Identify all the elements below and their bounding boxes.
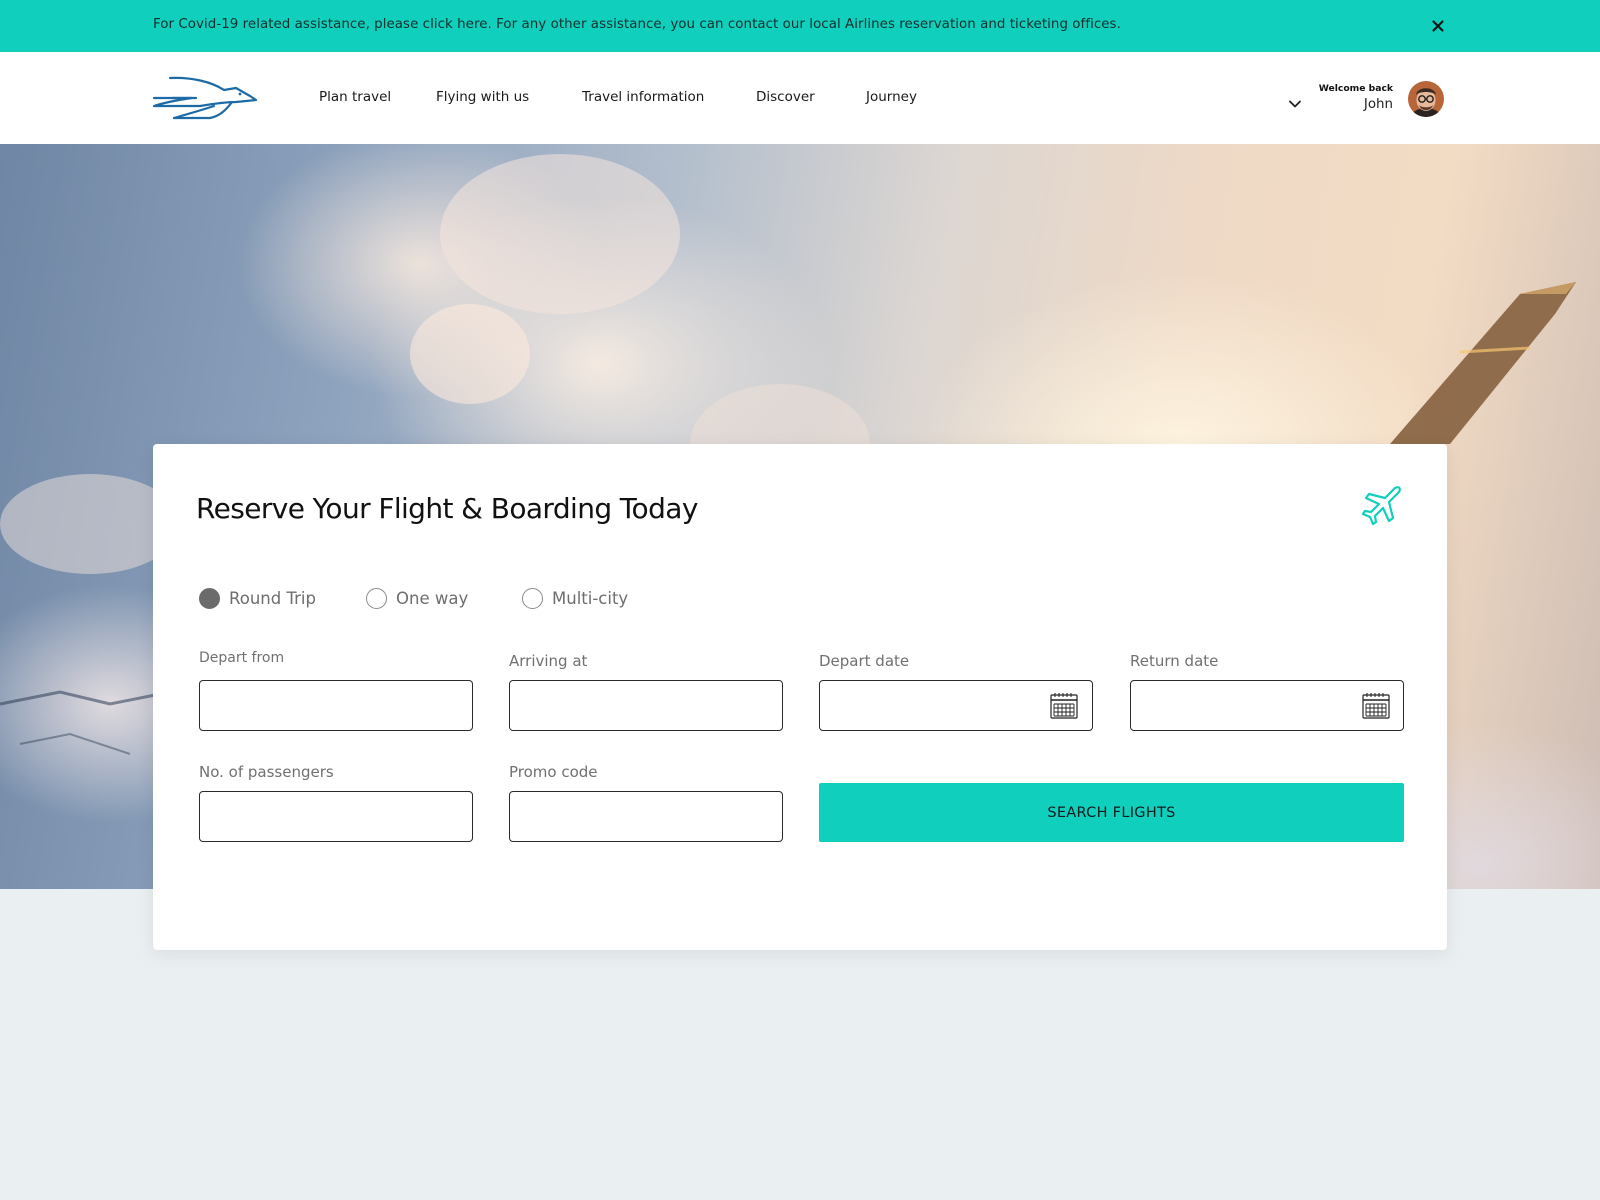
- depart-date-label: Depart date: [819, 652, 910, 670]
- promo-code-label: Promo code: [509, 763, 598, 781]
- site-header: Plan travel Flying with us Travel inform…: [0, 52, 1600, 144]
- radio-multi-city-label: Multi-city: [552, 589, 629, 608]
- close-icon[interactable]: [1428, 16, 1448, 36]
- radio-round-trip[interactable]: Round Trip: [199, 588, 316, 609]
- user-name: John: [1363, 97, 1393, 112]
- airline-logo[interactable]: [152, 76, 258, 120]
- radio-round-trip-label: Round Trip: [229, 589, 316, 608]
- nav-travel-information[interactable]: Travel information: [582, 89, 704, 105]
- nav-discover[interactable]: Discover: [756, 89, 815, 105]
- arriving-at-label: Arriving at: [509, 652, 588, 670]
- announcement-banner: For Covid-19 related assistance, please …: [0, 0, 1600, 52]
- promo-code-input[interactable]: [509, 791, 783, 842]
- banner-text[interactable]: For Covid-19 related assistance, please …: [153, 17, 1121, 32]
- arriving-at-input[interactable]: [509, 680, 783, 731]
- depart-from-label: Depart from: [199, 650, 285, 666]
- radio-one-way-label: One way: [396, 589, 469, 608]
- radio-round-trip-indicator[interactable]: [199, 588, 220, 609]
- return-date-label: Return date: [1130, 652, 1219, 670]
- airplane-icon: [1359, 484, 1403, 526]
- nav-journey[interactable]: Journey: [866, 89, 917, 105]
- search-flights-button[interactable]: SEARCH FLIGHTS: [819, 783, 1404, 842]
- nav-flying-with-us[interactable]: Flying with us: [436, 89, 529, 105]
- chevron-down-icon[interactable]: [1288, 96, 1302, 110]
- passengers-input[interactable]: [199, 791, 473, 842]
- nav-plan-travel[interactable]: Plan travel: [319, 89, 391, 105]
- welcome-label: Welcome back: [1318, 83, 1393, 94]
- avatar[interactable]: [1408, 81, 1444, 117]
- flight-search-card: Reserve Your Flight & Boarding Today Rou…: [153, 444, 1447, 950]
- radio-multi-city[interactable]: Multi-city: [522, 588, 628, 609]
- depart-from-input[interactable]: [199, 680, 473, 731]
- calendar-icon[interactable]: [1050, 692, 1078, 719]
- radio-multi-city-indicator[interactable]: [522, 588, 543, 609]
- radio-one-way[interactable]: One way: [366, 588, 468, 609]
- calendar-icon[interactable]: [1362, 692, 1390, 719]
- passengers-label: No. of passengers: [199, 763, 334, 781]
- card-title: Reserve Your Flight & Boarding Today: [196, 492, 698, 525]
- radio-one-way-indicator[interactable]: [366, 588, 387, 609]
